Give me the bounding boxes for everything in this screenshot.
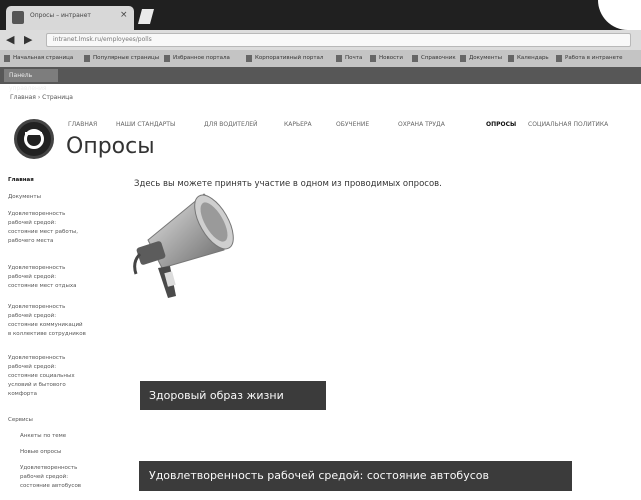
sidebar-item-services[interactable]: Сервисы (8, 416, 112, 425)
sidebar-item-poll[interactable]: Удовлетворенность рабочей средой: состоя… (8, 264, 112, 291)
bookmark-item[interactable]: Работа в интранете (556, 53, 623, 64)
menu-item-career[interactable]: КАРЬЕРА (284, 121, 312, 128)
bookmark-item[interactable]: Корпоративный портал (246, 53, 323, 64)
browser-nav-bar: ◀ ▶ intranet.lmsk.ru/employees/polls (0, 30, 641, 50)
bookmark-item[interactable]: Новости (370, 53, 403, 64)
sidebar-item-survey-topics[interactable]: Анкеты по теме (20, 432, 124, 441)
close-tab-icon[interactable]: × (120, 10, 128, 20)
sidebar-item-poll[interactable]: Удовлетворенность рабочей средой: состоя… (8, 354, 112, 399)
sidebar-item-documents[interactable]: Документы (8, 193, 112, 202)
menu-item-training[interactable]: ОБУЧЕНИЕ (336, 121, 369, 128)
breadcrumb[interactable]: Главная › Страница (10, 94, 73, 101)
bookmark-item[interactable]: Популярные страницы (84, 53, 159, 64)
page-title: Опросы (66, 134, 155, 159)
browser-title-bar: Опросы – интранет × (0, 0, 641, 30)
poll-button-bus-condition[interactable]: Удовлетворенность рабочей средой: состоя… (139, 461, 572, 491)
logo-bar (25, 132, 42, 135)
menu-item-drivers[interactable]: ДЛЯ ВОДИТЕЛЕЙ (204, 121, 258, 128)
address-bar[interactable]: intranet.lmsk.ru/employees/polls (46, 33, 631, 47)
browser-tab[interactable]: Опросы – интранет × (6, 6, 134, 30)
back-button[interactable]: ◀ (6, 33, 14, 47)
bookmarks-bar: Начальная страница Популярные страницы И… (0, 50, 641, 67)
menu-item-labor-safety[interactable]: ОХРАНА ТРУДА (398, 121, 445, 128)
sidebar-item-poll[interactable]: Удовлетворенность рабочей средой: состоя… (8, 303, 112, 339)
url-text: intranet.lmsk.ru/employees/polls (53, 36, 152, 43)
page-favicon-icon (12, 11, 24, 24)
menu-item-social-policy[interactable]: СОЦИАЛЬНАЯ ПОЛИТИКА (528, 121, 608, 128)
new-tab-button[interactable] (137, 9, 155, 24)
bookmark-item[interactable]: Календарь (508, 53, 549, 64)
sidebar-item-poll[interactable]: Удовлетворенность рабочей средой: состоя… (8, 210, 112, 246)
sidebar-item-home[interactable]: Главная (8, 176, 112, 185)
bookmark-item[interactable]: Начальная страница (4, 53, 73, 64)
bookmark-item[interactable]: Документы (460, 53, 502, 64)
menu-item-polls[interactable]: ОПРОСЫ (486, 121, 516, 128)
megaphone-icon (133, 193, 234, 298)
admin-bar: Панель управления (0, 67, 641, 92)
forward-button[interactable]: ▶ (24, 33, 32, 47)
sidebar-item-poll[interactable]: Удовлетворенность рабочей средой: состоя… (20, 464, 124, 491)
site-logo[interactable] (14, 119, 54, 159)
menu-item-standards[interactable]: НАШИ СТАНДАРТЫ (116, 121, 175, 128)
bookmark-item[interactable]: Почта (336, 53, 362, 64)
poll-button-healthy-lifestyle[interactable]: Здоровый образ жизни (140, 381, 326, 410)
window-controls-area (598, 0, 641, 30)
menu-item-home[interactable]: ГЛАВНАЯ (68, 121, 97, 128)
sidebar-item-new-polls[interactable]: Новые опросы (20, 448, 124, 457)
admin-panel-button[interactable]: Панель управления (4, 69, 58, 92)
bookmark-item[interactable]: Избранное портала (164, 53, 230, 64)
bookmark-item[interactable]: Справочник (412, 53, 456, 64)
tab-title: Опросы – интранет (30, 12, 91, 19)
